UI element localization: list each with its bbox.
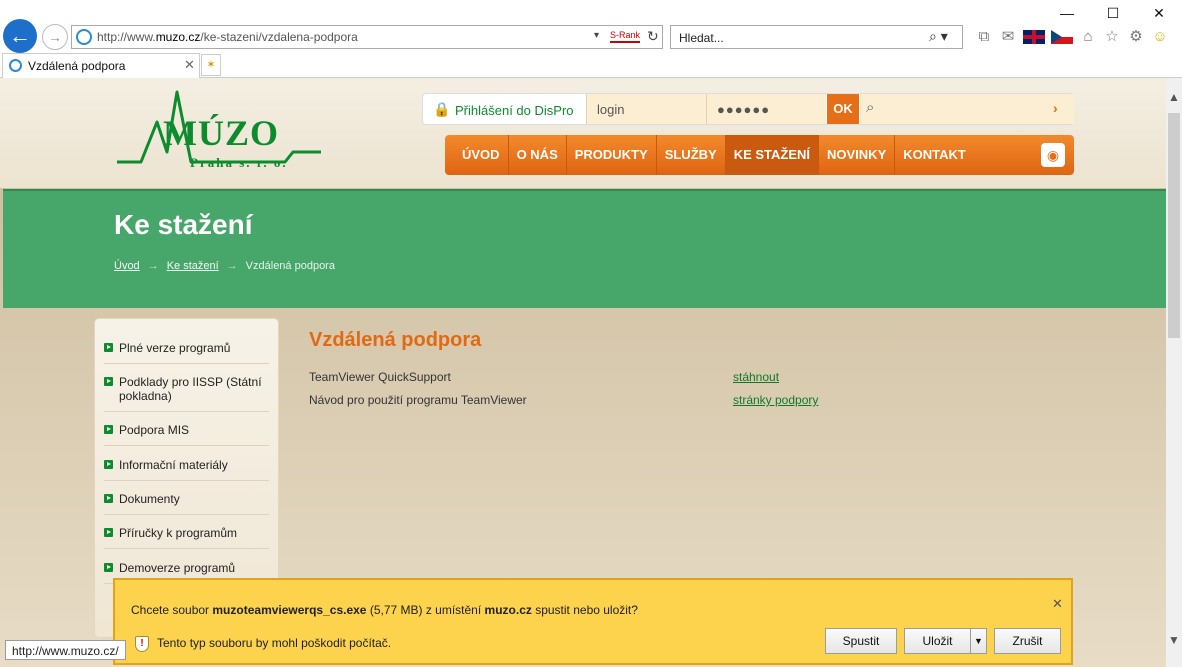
browser-search-box[interactable]: Hledat... ⌕ ▾ <box>670 25 963 49</box>
toolbar-icons: ⧉ ✉ ⌂ ☆ ⚙ ☺ <box>975 26 1169 48</box>
download-bar-close-icon[interactable]: ✕ <box>1052 596 1063 612</box>
bullet-arrow-icon <box>104 460 113 469</box>
nav-item-ke-stazeni[interactable]: KE STAŽENÍ <box>725 135 820 175</box>
search-icon: ⌕ <box>866 99 875 116</box>
breadcrumb-arrow-icon: → <box>226 260 238 272</box>
download-warning-text: Tento typ souboru by mohl poškodit počít… <box>157 636 392 650</box>
download-link-stahnout[interactable]: stáhnout <box>733 370 779 384</box>
search-go-icon[interactable]: › <box>1053 100 1058 116</box>
breadcrumb-arrow-icon: → <box>147 260 159 272</box>
uk-flag-icon[interactable] <box>1023 30 1045 44</box>
password-input[interactable]: ●●●●●● <box>706 94 826 124</box>
minimize-button[interactable]: — <box>1044 0 1090 26</box>
new-tab-button[interactable]: ✶ <box>201 54 221 76</box>
site-header: MÚZO Praha s. r. o. 🔒 Přihlášení do DisP… <box>0 78 1166 188</box>
nav-item-uvod[interactable]: ÚVOD <box>454 135 509 175</box>
nav-item-sluzby[interactable]: SLUŽBY <box>657 135 726 175</box>
sidebar-item-informacni-materialy[interactable]: Informační materiály <box>104 458 269 481</box>
cancel-button[interactable]: Zrušit <box>994 628 1061 654</box>
vertical-scrollbar[interactable]: ▲ ▼ <box>1166 78 1182 667</box>
settings-gear-icon[interactable]: ⚙ <box>1127 28 1145 46</box>
save-options-dropdown-icon[interactable]: ▼ <box>970 628 987 654</box>
login-ok-button[interactable]: OK <box>827 94 859 124</box>
run-button[interactable]: Spustit <box>825 628 897 654</box>
breadcrumb-current: Vzdálená podpora <box>245 260 335 272</box>
sidebar-item-podklady-iissp[interactable]: Podklady pro IISSP (Státní pokladna) <box>104 375 269 412</box>
address-dropdown-icon[interactable]: ▾ <box>594 30 599 41</box>
page-banner: Ke stažení Úvod → Ke stažení → Vzdálená … <box>3 189 1166 308</box>
status-url-tooltip: http://www.muzo.cz/ <box>5 640 126 660</box>
scroll-down-arrow-icon[interactable]: ▼ <box>1168 633 1180 647</box>
tab-favicon <box>9 59 22 72</box>
maximize-button[interactable]: ☐ <box>1090 0 1136 26</box>
home-icon[interactable]: ⌂ <box>1079 28 1097 46</box>
download-row-label: Návod pro použití programu TeamViewer <box>309 393 527 407</box>
favorites-star-icon[interactable]: ☆ <box>1103 28 1121 46</box>
search-icon[interactable]: ⌕ ▾ <box>929 28 948 45</box>
login-label: Přihlášení do DisPro <box>455 103 574 118</box>
srank-badge[interactable]: S-Rank <box>610 29 641 43</box>
bullet-arrow-icon <box>104 563 113 572</box>
sidebar-item-prirucky[interactable]: Příručky k programům <box>104 526 269 549</box>
login-input[interactable]: login <box>586 94 706 124</box>
site-search-input[interactable]: ⌕ › <box>860 94 1074 124</box>
scroll-thumb[interactable] <box>1168 113 1180 338</box>
ie-page-icon <box>76 29 92 45</box>
browser-tab[interactable]: Vzdálená podpora ✕ <box>2 53 200 78</box>
bullet-arrow-icon <box>104 343 113 352</box>
search-placeholder: Hledat... <box>679 31 724 45</box>
mail-icon[interactable]: ✉ <box>999 28 1017 46</box>
close-window-button[interactable]: ✕ <box>1136 0 1182 26</box>
sidebar-item-dokumenty[interactable]: Dokumenty <box>104 492 269 515</box>
logo-brand: MÚZO <box>163 113 279 153</box>
security-shield-icon: ! <box>135 636 149 652</box>
main-navigation: ÚVOD O NÁS PRODUKTY SLUŽBY KE STAŽENÍ NO… <box>445 135 1074 175</box>
tab-close-icon[interactable]: ✕ <box>184 57 195 73</box>
breadcrumb-ke-stazeni[interactable]: Ke stažení <box>167 260 219 272</box>
address-bar[interactable]: http://www.muzo.cz/ke-stazeni/vzdalena-p… <box>71 25 663 49</box>
cz-flag-icon[interactable] <box>1051 30 1073 44</box>
download-row-label: TeamViewer QuickSupport <box>309 370 451 384</box>
browser-chrome: — ☐ ✕ ← → http://www.muzo.cz/ke-stazeni/… <box>0 0 1182 78</box>
smiley-feedback-icon[interactable]: ☺ <box>1151 28 1169 46</box>
muzo-logo[interactable]: MÚZO Praha s. r. o. <box>115 90 325 175</box>
breadcrumb-uvod[interactable]: Úvod <box>114 260 140 272</box>
compat-view-icon[interactable]: ⧉ <box>975 28 993 46</box>
page-title: Ke stažení <box>114 209 253 240</box>
address-url[interactable]: http://www.muzo.cz/ke-stazeni/vzdalena-p… <box>97 30 358 44</box>
scroll-up-arrow-icon[interactable]: ▲ <box>1168 90 1180 104</box>
tab-bar: Vzdálená podpora ✕ ✶ <box>0 53 1182 78</box>
nav-item-kontakt[interactable]: KONTAKT <box>895 135 974 175</box>
refresh-icon[interactable]: ↻ <box>647 28 659 45</box>
sidebar-item-plne-verze[interactable]: Plné verze programů <box>104 341 269 364</box>
rss-icon[interactable]: ◉ <box>1041 143 1065 167</box>
tab-title: Vzdálená podpora <box>28 59 126 73</box>
back-button[interactable]: ← <box>3 19 37 53</box>
content-heading: Vzdálená podpora <box>309 329 482 351</box>
nav-item-produkty[interactable]: PRODUKTY <box>567 135 657 175</box>
save-button[interactable]: Uložit <box>904 628 971 654</box>
download-notification-bar: Chcete soubor muzoteamviewerqs_cs.exe (5… <box>113 578 1073 665</box>
bullet-arrow-icon <box>104 494 113 503</box>
support-page-link[interactable]: stránky podpory <box>733 393 818 407</box>
logo-subtitle: Praha s. r. o. <box>190 155 288 170</box>
bullet-arrow-icon <box>104 425 113 434</box>
window-controls: — ☐ ✕ <box>1044 0 1182 26</box>
nav-item-o-nas[interactable]: O NÁS <box>509 135 567 175</box>
forward-button[interactable]: → <box>42 24 68 50</box>
download-question: Chcete soubor muzoteamviewerqs_cs.exe (5… <box>131 603 638 617</box>
sidebar-item-demoverze[interactable]: Demoverze programů <box>104 561 269 584</box>
bullet-arrow-icon <box>104 528 113 537</box>
bullet-arrow-icon <box>104 377 113 386</box>
sidebar-item-podpora-mis[interactable]: Podpora MIS <box>104 423 269 446</box>
lock-icon: 🔒 <box>433 101 451 117</box>
breadcrumb: Úvod → Ke stažení → Vzdálená podpora <box>114 260 335 272</box>
nav-item-novinky[interactable]: NOVINKY <box>819 135 896 175</box>
login-bar: 🔒 Přihlášení do DisPro login ●●●●●● OK ⌕… <box>422 93 1074 125</box>
